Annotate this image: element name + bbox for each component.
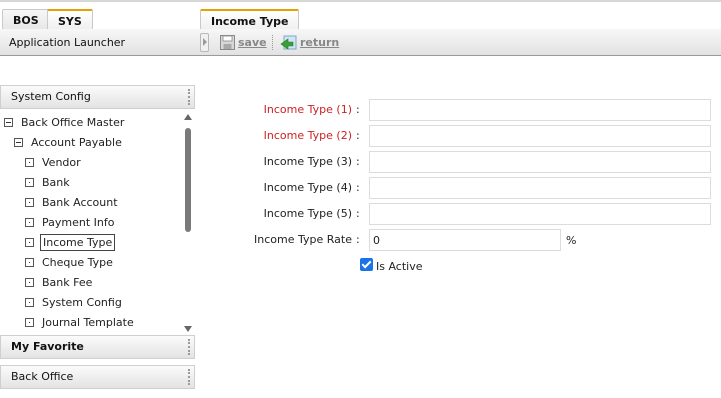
field-colon: : [356,103,360,116]
toolbar-separator [272,35,273,50]
toolbar-strip: Application Launcher save return [0,29,721,56]
tab-income-type[interactable]: Income Type [200,9,300,31]
field-colon: : [356,233,360,246]
panel-grip-icon [188,339,190,355]
leaf-node-icon [25,297,34,307]
tree-item-label: System Config [42,295,122,309]
tree-item-label: Cheque Type [42,255,113,269]
field-label: Income Type (3) [263,155,352,168]
collapse-handle-icon[interactable] [200,33,209,52]
field-colon: : [356,181,360,194]
top-tab-bar: BOS SYS Income Type [0,0,721,31]
income-type-2-input[interactable] [369,125,711,147]
leaf-node-icon [25,257,34,267]
tree-item-label: Journal Template [42,315,134,329]
field-label: Income Type (2) [263,129,352,142]
my-favorite-header-label: My Favorite [11,340,84,353]
field-colon: : [356,155,360,168]
income-type-4-input[interactable] [369,177,711,199]
return-button[interactable]: return [280,34,339,51]
field-colon: : [356,207,360,220]
field-label: Income Type (5) [263,207,352,220]
field-row-income-type-5: Income Type (5) : [0,203,721,225]
is-active-row[interactable]: Is Active [360,257,510,279]
tree-item-system-config[interactable]: System Config [25,292,122,312]
tab-sys[interactable]: SYS [47,9,93,31]
tree-item-bank-fee[interactable]: Bank Fee [25,272,92,292]
back-office-header-label: Back Office [11,370,74,383]
tree-item-journal-template[interactable]: Journal Template [25,312,134,332]
tree-item-label: Bank Fee [42,275,93,289]
scroll-down-icon[interactable] [184,326,192,332]
field-label: Income Type Rate [254,233,352,246]
leaf-node-icon [25,277,34,287]
back-office-panel-header[interactable]: Back Office [0,365,195,389]
field-row-income-type-3: Income Type (3) : [0,151,721,173]
tree-item-cheque-type[interactable]: Cheque Type [25,252,113,272]
field-label: Income Type (4) [263,181,352,194]
panel-grip-icon [188,369,190,385]
field-row-income-type-rate: Income Type Rate : % [0,229,721,251]
income-type-5-input[interactable] [369,203,711,225]
field-row-income-type-4: Income Type (4) : [0,177,721,199]
application-launcher[interactable]: Application Launcher [9,36,125,49]
income-type-rate-input[interactable] [369,229,561,251]
leaf-node-icon [25,317,34,327]
my-favorite-panel-header[interactable]: My Favorite [0,335,195,359]
return-arrow-icon [280,35,297,50]
tab-bos[interactable]: BOS [2,9,50,31]
return-label: return [300,36,340,49]
save-label: save [238,36,267,49]
rate-unit: % [566,234,577,247]
field-row-income-type-1: Income Type (1) : [0,99,721,121]
field-colon: : [356,129,360,142]
is-active-checkbox[interactable] [360,258,373,271]
income-type-3-input[interactable] [369,151,711,173]
field-label: Income Type (1) [263,103,352,116]
is-active-label: Is Active [376,260,423,273]
floppy-disk-icon [220,35,235,50]
save-button[interactable]: save [220,34,267,51]
income-type-1-input[interactable] [369,99,711,121]
field-row-income-type-2: Income Type (2) : [0,125,721,147]
